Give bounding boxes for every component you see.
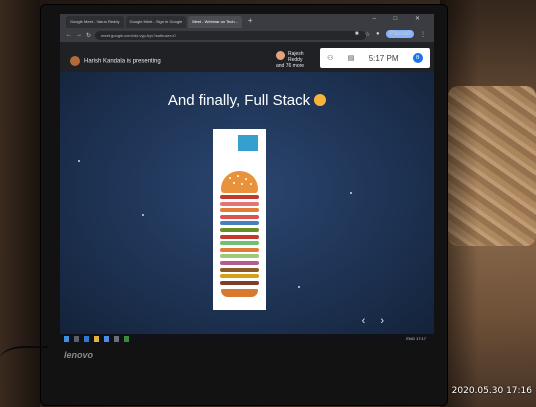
edge-icon[interactable] <box>84 336 89 342</box>
burger-layer <box>220 195 259 199</box>
burger-top-bun <box>221 171 258 193</box>
self-avatar[interactable]: B <box>412 53 423 63</box>
burger-layer <box>220 261 259 265</box>
window-controls[interactable]: – □ ✕ <box>373 15 428 22</box>
star-icon[interactable]: ☆ <box>365 31 370 38</box>
participants-summary[interactable]: Rajesh Reddy and 76 more <box>276 51 307 69</box>
burger-layer <box>220 208 259 213</box>
participant-avatar <box>276 51 285 60</box>
burger-bottom-bun <box>221 289 258 297</box>
reload-icon[interactable]: ↻ <box>86 32 91 39</box>
shadow-edge <box>440 0 536 407</box>
burger-layer <box>220 241 259 246</box>
url-field[interactable]: meet.google.com/xkr-vyp-hyv?authuser=0 <box>95 30 366 40</box>
chrome-icon[interactable] <box>124 336 129 342</box>
tab-strip: Google Meet - Varun Reddy Google Meet - … <box>60 14 257 28</box>
windows-taskbar: ENG 17:17 <box>60 334 434 344</box>
menu-icon[interactable]: ⋮ <box>420 31 426 38</box>
photo-timestamp: 2020.05.30 17:16 <box>451 386 532 396</box>
camera-icon[interactable]: ■ <box>355 31 359 37</box>
burger-layer <box>220 221 259 226</box>
burger-layer <box>220 267 259 272</box>
mail-icon[interactable] <box>114 336 119 342</box>
folder-icon[interactable] <box>94 336 99 342</box>
presentation-slide: And finally, Full Stack ‹ › <box>60 72 434 334</box>
slide-title: And finally, Full Stack <box>60 92 434 109</box>
people-icon[interactable]: ⚇ <box>327 54 333 62</box>
system-tray[interactable]: ENG 17:17 <box>406 336 426 341</box>
burger-layer <box>220 214 259 219</box>
full-stack-burger-image <box>213 129 266 310</box>
star-dot <box>78 160 80 162</box>
tab-1[interactable]: Google Meet - Varun Reddy <box>66 16 124 28</box>
clock: 5:17 PM <box>368 53 399 63</box>
burger-layer <box>220 234 259 239</box>
burger-layer <box>220 274 259 279</box>
presenter-avatar <box>70 56 80 66</box>
start-icon[interactable] <box>64 336 69 342</box>
slide-title-text: And finally, Full Stack <box>167 92 311 109</box>
star-dot <box>298 286 300 288</box>
burger-layer <box>220 280 259 285</box>
address-bar-row: ← → ↻ meet.google.com/xkr-vyp-hyv?authus… <box>66 30 366 40</box>
extension-icon[interactable]: ● <box>376 31 380 37</box>
profile-button[interactable]: Paused <box>385 30 414 38</box>
laptop-screen: Google Meet - Varun Reddy Google Meet - … <box>60 14 434 344</box>
lenovo-logo: lenovo <box>64 350 94 360</box>
back-icon[interactable]: ← <box>66 32 72 38</box>
tab-2[interactable]: Google Meet - Sign in Google <box>125 16 187 28</box>
star-dot <box>142 214 144 216</box>
star-dot <box>350 192 352 194</box>
cable <box>0 346 48 372</box>
smile-emoji-icon <box>314 94 327 106</box>
presenter-label: Harish Kandala is presenting <box>70 56 161 66</box>
meet-toolbar: ⚇ ▤ 5:17 PM B <box>320 48 430 68</box>
tab-3-active[interactable]: Meet - Webinar on Tech... <box>188 16 242 28</box>
presenter-text: Harish Kandala is presenting <box>84 58 161 65</box>
full-stack-logo <box>238 135 258 151</box>
participant-count: and 76 more <box>276 63 305 69</box>
search-icon[interactable] <box>74 336 79 342</box>
chat-icon[interactable]: ▤ <box>348 54 355 62</box>
new-tab-icon[interactable]: + <box>244 14 257 28</box>
burger-layer <box>220 228 259 232</box>
store-icon[interactable] <box>104 336 109 342</box>
slide-nav-arrows[interactable]: ‹ › <box>362 315 390 327</box>
extensions-area: ■ ☆ ● Paused ⋮ <box>355 30 426 38</box>
burger-layer <box>220 254 259 259</box>
forward-icon[interactable]: → <box>76 32 82 38</box>
burger-layer <box>220 247 259 252</box>
burger-layer <box>220 201 259 206</box>
